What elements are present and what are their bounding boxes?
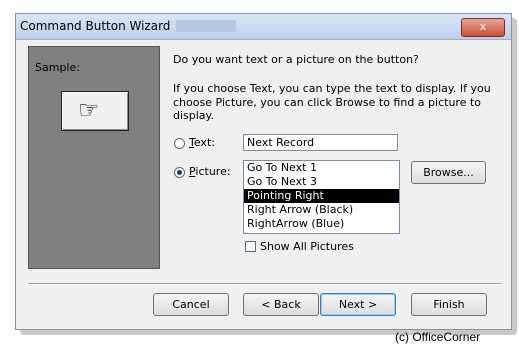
text-field[interactable]: Next Record bbox=[243, 134, 398, 151]
text-radio-label[interactable]: Text: bbox=[189, 136, 215, 149]
sample-button-preview: ☞ bbox=[61, 91, 129, 131]
close-icon: x bbox=[479, 20, 487, 33]
cancel-button-label: Cancel bbox=[172, 298, 210, 311]
sample-panel: Sample: ☞ bbox=[28, 46, 160, 269]
picture-radio-label-rest: icture: bbox=[195, 165, 231, 178]
next-button[interactable]: Next > bbox=[320, 293, 396, 316]
sample-label: Sample: bbox=[35, 61, 80, 74]
help-text-line2: choose Picture, you can click Browse to … bbox=[173, 96, 481, 122]
cancel-button[interactable]: Cancel bbox=[153, 293, 229, 316]
list-item[interactable]: Go To Next 1 bbox=[244, 161, 399, 175]
close-button[interactable]: x bbox=[461, 18, 505, 37]
list-item[interactable]: Right Arrow (Black) bbox=[244, 203, 399, 217]
picture-radio[interactable] bbox=[174, 167, 185, 178]
picture-radio-dot bbox=[177, 170, 182, 175]
picture-list[interactable]: Go To Next 1 Go To Next 3 Pointing Right… bbox=[243, 160, 400, 234]
wizard-dialog: Command Button Wizard x Sample: ☞ Do you… bbox=[15, 13, 512, 330]
list-item[interactable]: Go To Next 3 bbox=[244, 175, 399, 189]
picture-radio-label[interactable]: Picture: bbox=[189, 165, 231, 178]
browse-button-label: Browse... bbox=[423, 166, 474, 179]
show-all-pictures-checkbox[interactable] bbox=[245, 241, 256, 252]
list-item-selected[interactable]: Pointing Right bbox=[244, 189, 399, 203]
title-bar[interactable]: Command Button Wizard x bbox=[16, 14, 511, 40]
question-text: Do you want text or a picture on the but… bbox=[173, 53, 419, 66]
back-button[interactable]: < Back bbox=[243, 293, 319, 316]
list-item[interactable]: RightArrow (Blue) bbox=[244, 217, 399, 231]
back-button-label: < Back bbox=[261, 298, 301, 311]
title-bar-blur bbox=[176, 20, 236, 32]
show-all-pictures-label[interactable]: Show All Pictures bbox=[260, 240, 354, 253]
finish-button-label: Finish bbox=[433, 298, 465, 311]
finish-button[interactable]: Finish bbox=[411, 293, 487, 316]
next-button-label: Next > bbox=[338, 298, 378, 311]
pointing-hand-icon: ☞ bbox=[78, 96, 100, 124]
browse-button[interactable]: Browse... bbox=[411, 161, 486, 184]
text-radio[interactable] bbox=[174, 138, 185, 149]
help-text-line1: If you choose Text, you can type the tex… bbox=[173, 82, 491, 95]
window-title: Command Button Wizard bbox=[20, 19, 171, 33]
text-radio-label-rest: ext: bbox=[193, 136, 215, 149]
watermark: (c) OfficeCorner bbox=[395, 330, 481, 344]
separator bbox=[28, 283, 502, 285]
